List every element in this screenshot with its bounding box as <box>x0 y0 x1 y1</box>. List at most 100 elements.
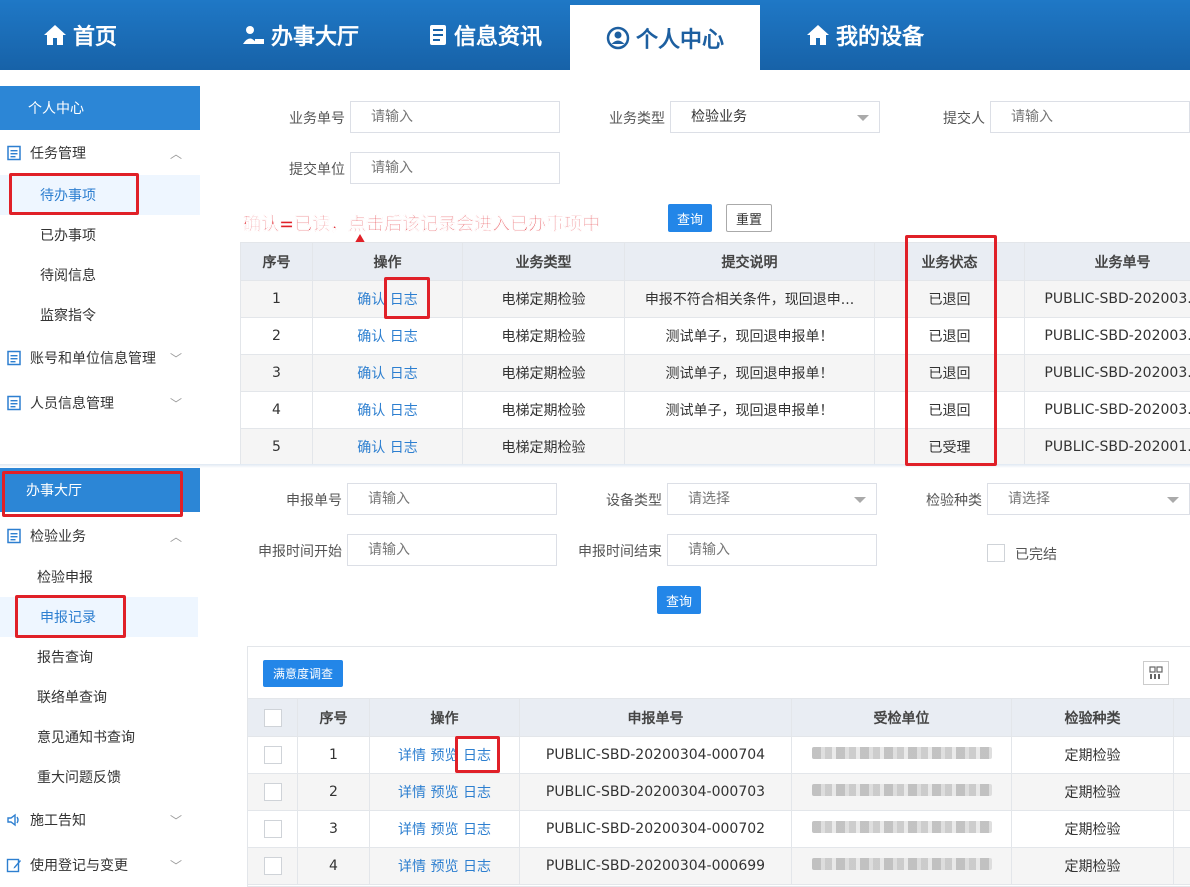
cell-no: 3 <box>240 354 313 392</box>
biz-type-select[interactable]: 检验业务 <box>670 101 880 133</box>
row-checkbox[interactable] <box>263 783 282 801</box>
query-button-bottom[interactable]: 查询 <box>657 586 701 614</box>
redacted-unit-name <box>811 858 992 870</box>
cell-status: 已受理 <box>874 428 1025 466</box>
sidebar-item-report-query[interactable]: 报告查询 <box>0 637 200 677</box>
table-row: 4 确认 日志 电梯定期检验 测试单子，现回退申报单！ 已退回 PUBLIC-S… <box>240 391 1190 429</box>
th-action: 操作 <box>312 242 463 281</box>
document-icon <box>7 395 21 411</box>
sidebar-group-construction[interactable]: 施工告知 ﹀ <box>0 802 200 838</box>
log-link[interactable]: 日志 <box>463 748 491 764</box>
preview-link[interactable]: 预览 <box>431 748 459 764</box>
log-link[interactable]: 日志 <box>463 785 491 801</box>
nav-news[interactable]: 信息资讯 <box>400 0 570 70</box>
th-report-no: 申报单号 <box>519 698 792 737</box>
nav-home[interactable]: 首页 <box>0 0 160 70</box>
nav-service-hall[interactable]: 办事大厅 <box>200 0 400 70</box>
row-checkbox[interactable] <box>263 857 282 875</box>
confirm-link[interactable]: 确认 <box>357 329 385 345</box>
confirm-link[interactable]: 确认 <box>357 292 385 308</box>
dropdown-caret-icon <box>854 497 866 503</box>
query-button-top[interactable]: 查询 <box>668 204 712 232</box>
log-link[interactable]: 日志 <box>463 859 491 875</box>
detail-link[interactable]: 详情 <box>398 785 426 801</box>
device-type-select[interactable]: 请选择 <box>667 483 877 515</box>
log-link[interactable]: 日志 <box>390 292 418 308</box>
biz-type-label: 业务类型 <box>609 111 665 127</box>
preview-link[interactable]: 预览 <box>431 822 459 838</box>
start-time-input[interactable]: 请输入 <box>347 534 557 566</box>
cell-actions: 确认 日志 <box>312 428 463 466</box>
sidebar-group-inspection[interactable]: 检验业务 ︿ <box>0 518 200 554</box>
cell-type: 电梯定期检验 <box>462 428 625 466</box>
sidebar-item-apply[interactable]: 检验申报 <box>0 557 200 597</box>
sidebar-group-task-management[interactable]: 任务管理 ︿ <box>0 135 200 171</box>
biz-type-value: 检验业务 <box>691 109 747 125</box>
reset-button[interactable]: 重置 <box>726 204 772 232</box>
sidebar-item-issue-feedback[interactable]: 重大问题反馈 <box>0 757 200 797</box>
sidebar-group-account-unit[interactable]: 账号和单位信息管理 ﹀ <box>0 340 200 376</box>
sidebar-group-registration[interactable]: 使用登记与变更 ﹀ <box>0 847 200 883</box>
cell-actions: 确认 日志 <box>312 391 463 429</box>
cell-actions: 详情 预览 日志 <box>369 736 520 774</box>
document-icon <box>7 528 21 544</box>
sidebar-group-personnel[interactable]: 人员信息管理 ﹀ <box>0 385 200 421</box>
satisfaction-survey-button[interactable]: 满意度调查 <box>263 660 343 687</box>
cell-desc <box>624 428 875 466</box>
cell-no: 1 <box>297 736 370 774</box>
end-time-input[interactable]: 请输入 <box>667 534 877 566</box>
confirm-link[interactable]: 确认 <box>357 366 385 382</box>
report-no-input[interactable]: 请输入 <box>347 483 557 515</box>
row-checkbox[interactable] <box>263 820 282 838</box>
cell-status: 已退回 <box>874 354 1025 392</box>
log-link[interactable]: 日志 <box>463 822 491 838</box>
row-checkbox[interactable] <box>263 746 282 764</box>
preview-link[interactable]: 预览 <box>431 859 459 875</box>
log-link[interactable]: 日志 <box>390 366 418 382</box>
biz-no-input[interactable]: 请输入 <box>350 101 560 133</box>
inspect-kind-select[interactable]: 请选择 <box>987 483 1190 515</box>
cell-no: 4 <box>240 391 313 429</box>
done-checkbox[interactable] <box>987 544 1005 562</box>
sidebar-head-personal-center[interactable]: 个人中心 <box>0 86 200 130</box>
nav-personal-center[interactable]: 个人中心 <box>570 5 760 70</box>
cell-no: 4 <box>297 847 370 885</box>
sidebar-item-todo[interactable]: 待办事项 <box>0 175 200 215</box>
sidebar-item-contact-query[interactable]: 联络单查询 <box>0 677 200 717</box>
unit-input[interactable]: 请输入 <box>350 152 560 184</box>
column-settings-icon[interactable] <box>1143 661 1169 685</box>
detail-link[interactable]: 详情 <box>398 748 426 764</box>
cell-no: 5 <box>240 428 313 466</box>
table-row: 3 确认 日志 电梯定期检验 测试单子，现回退申报单！ 已退回 PUBLIC-S… <box>240 354 1190 392</box>
sidebar-item-supervision[interactable]: 监察指令 <box>0 295 200 335</box>
log-link[interactable]: 日志 <box>390 440 418 456</box>
submitter-input[interactable]: 请输入 <box>990 101 1190 133</box>
cell-id: PUBLIC-SBD-202003... <box>1024 354 1190 392</box>
sidebar-head-service-hall[interactable]: 办事大厅 <box>0 468 200 512</box>
confirm-link[interactable]: 确认 <box>357 440 385 456</box>
th-type: 业务类型 <box>462 242 625 281</box>
nav-my-devices[interactable]: 我的设备 <box>790 0 940 70</box>
sidebar-item-records[interactable]: 申报记录 <box>0 597 198 637</box>
sidebar-group-label: 施工告知 <box>30 813 86 829</box>
records-table: 序号 操作 申报单号 受检单位 检验种类 1 详情 预览 日志 PUBLIC-S… <box>247 698 1190 885</box>
nav-service-hall-label: 办事大厅 <box>270 25 359 50</box>
cell-actions: 确认 日志 <box>312 317 463 355</box>
th-select-all <box>247 698 298 737</box>
cell-type: 电梯定期检验 <box>462 280 625 318</box>
log-link[interactable]: 日志 <box>390 329 418 345</box>
detail-link[interactable]: 详情 <box>398 859 426 875</box>
cell-extra <box>1173 773 1190 811</box>
confirm-link[interactable]: 确认 <box>357 403 385 419</box>
sidebar-item-to-read[interactable]: 待阅信息 <box>0 255 200 295</box>
chevron-down-icon: ﹀ <box>169 859 182 873</box>
preview-link[interactable]: 预览 <box>431 785 459 801</box>
select-all-checkbox[interactable] <box>263 708 282 727</box>
log-link[interactable]: 日志 <box>390 403 418 419</box>
table-row: 4 详情 预览 日志 PUBLIC-SBD-20200304-000699 定期… <box>247 847 1190 885</box>
sidebar-item-done[interactable]: 已办事项 <box>0 215 200 255</box>
cell-desc: 测试单子，现回退申报单！ <box>624 391 875 429</box>
sidebar-item-notice-query[interactable]: 意见通知书查询 <box>0 717 200 757</box>
document-icon <box>7 145 21 161</box>
detail-link[interactable]: 详情 <box>398 822 426 838</box>
